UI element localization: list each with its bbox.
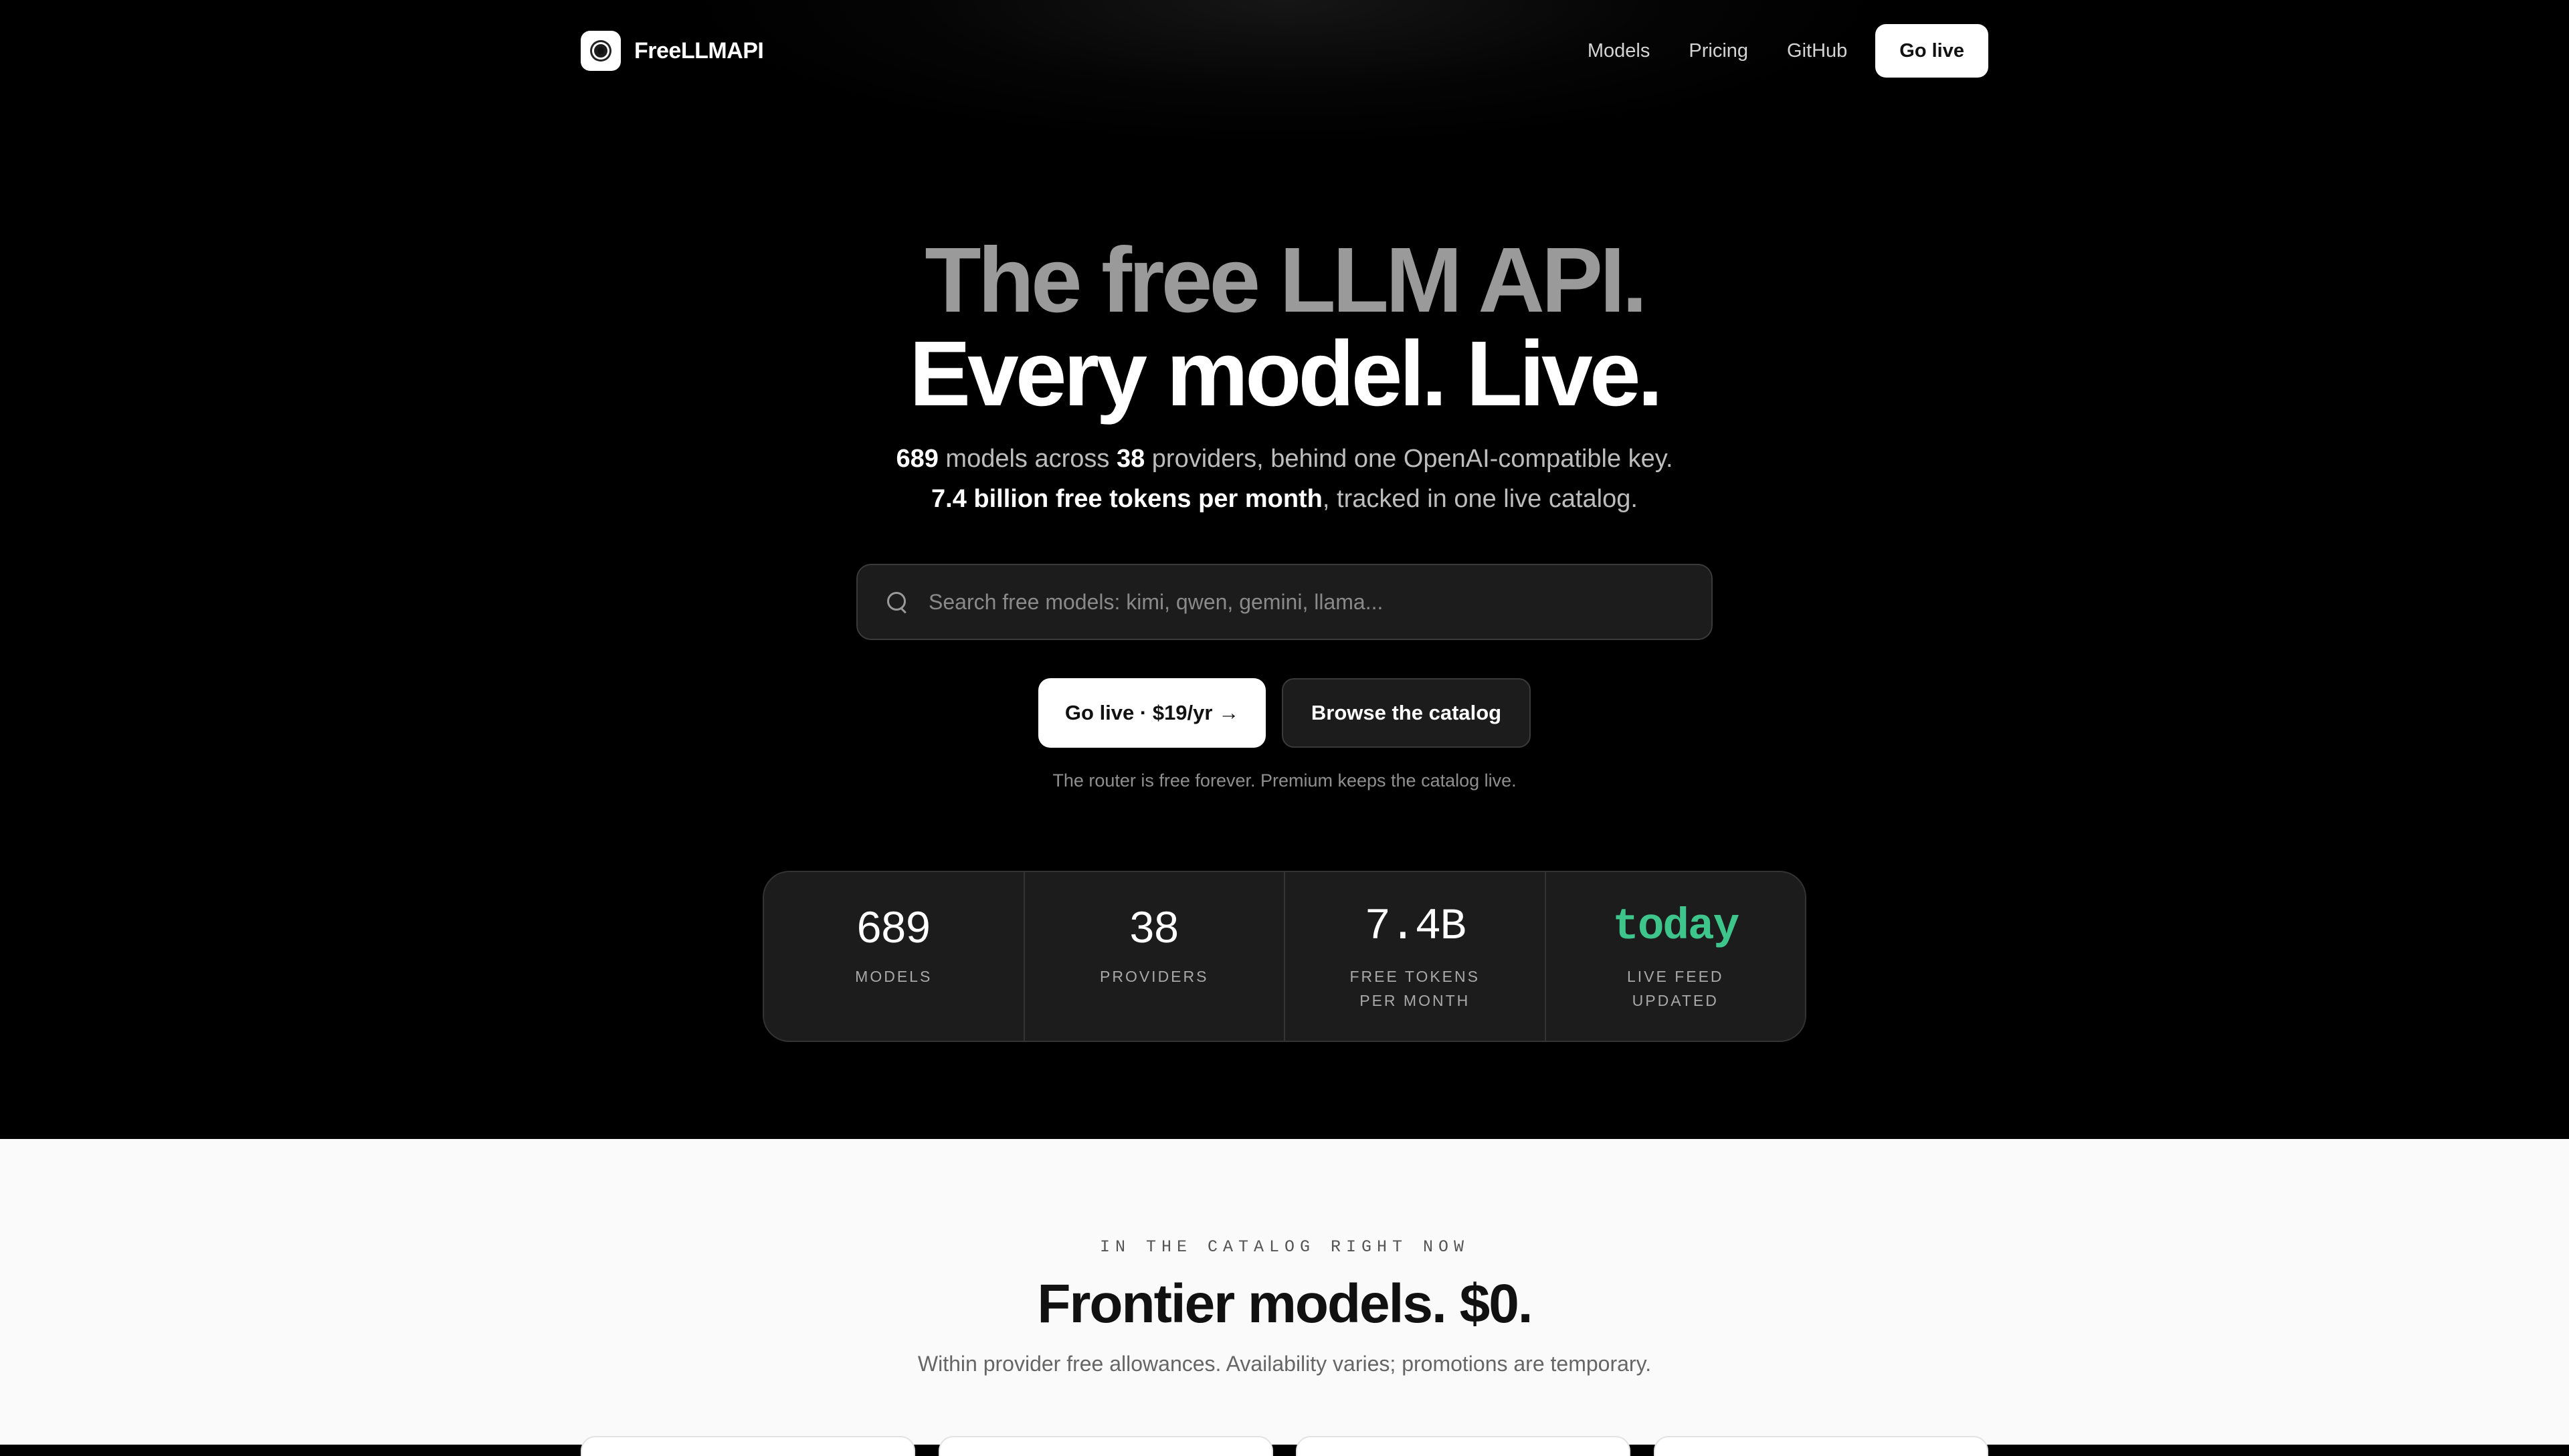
models-count: 689 bbox=[896, 445, 939, 473]
top-nav: FreeLLMAPI Models Pricing GitHub Go live bbox=[581, 24, 1988, 78]
sub2-text: , tracked in one live catalog. bbox=[1322, 485, 1638, 513]
sub1-text-a: models across bbox=[938, 445, 1117, 473]
hero-subtitle-line-1: 689 models across 38 providers, behind o… bbox=[0, 439, 2569, 479]
stat-value: 7.4B bbox=[1364, 902, 1466, 952]
headline-line-1: The free LLM API. bbox=[925, 229, 1647, 332]
search-bar[interactable] bbox=[856, 564, 1713, 640]
catalog-subtitle: Within provider free allowances. Availab… bbox=[917, 1352, 1652, 1376]
stat-tokens: 7.4B FREE TOKENS PER MONTH bbox=[1285, 872, 1546, 1041]
stat-label: MODELS bbox=[855, 968, 933, 985]
model-card[interactable] bbox=[581, 1436, 915, 1456]
nav-go-live-button[interactable]: Go live bbox=[1875, 24, 1988, 78]
brand[interactable]: FreeLLMAPI bbox=[581, 31, 764, 71]
stats-panel: 689 MODELS 38 PROVIDERS 7.4B FREE TOKENS… bbox=[763, 871, 1806, 1042]
stat-value: 38 bbox=[1129, 902, 1179, 952]
tokens-highlight: 7.4 billion free tokens per month bbox=[931, 485, 1323, 513]
stat-updated: today LIVE FEED UPDATED bbox=[1546, 872, 1806, 1041]
hero-section: FreeLLMAPI Models Pricing GitHub Go live… bbox=[0, 0, 2569, 1139]
nav-link-github[interactable]: GitHub bbox=[1787, 40, 1847, 62]
catalog-title: Frontier models. $0. bbox=[1037, 1273, 1533, 1334]
model-cards-row bbox=[581, 1436, 1988, 1456]
nav-link-models[interactable]: Models bbox=[1588, 40, 1650, 62]
model-card[interactable] bbox=[1653, 1436, 1988, 1456]
stat-models: 689 MODELS bbox=[764, 872, 1025, 1041]
stat-providers: 38 PROVIDERS bbox=[1025, 872, 1285, 1041]
stat-value: today bbox=[1612, 902, 1739, 952]
model-card[interactable] bbox=[938, 1436, 1273, 1456]
catalog-section: IN THE CATALOG RIGHT NOW Frontier models… bbox=[0, 1139, 2569, 1456]
go-live-pricing-button[interactable]: Go live · $19/yr → bbox=[1038, 678, 1266, 748]
logo-icon bbox=[581, 31, 621, 71]
headline-line-2: Every model. Live. bbox=[909, 322, 1663, 425]
stat-label: PROVIDERS bbox=[1100, 968, 1209, 985]
hero-note: The router is free forever. Premium keep… bbox=[1052, 770, 1517, 791]
nav-link-pricing[interactable]: Pricing bbox=[1689, 40, 1748, 62]
search-input[interactable] bbox=[927, 581, 1711, 623]
browse-catalog-button[interactable]: Browse the catalog bbox=[1282, 678, 1531, 748]
brand-name: FreeLLMAPI bbox=[634, 37, 764, 64]
search-icon bbox=[887, 592, 907, 614]
hero-subtitle-line-2: 7.4 billion free tokens per month, track… bbox=[0, 479, 2569, 519]
model-card[interactable] bbox=[1296, 1436, 1631, 1456]
stat-label: LIVE FEED UPDATED bbox=[1626, 968, 1724, 1009]
stat-value: 689 bbox=[856, 902, 931, 952]
catalog-eyebrow: IN THE CATALOG RIGHT NOW bbox=[1099, 1237, 1470, 1257]
providers-count: 38 bbox=[1116, 445, 1145, 473]
sub1-text-b: providers, behind one OpenAI-compatible … bbox=[1145, 445, 1673, 473]
nav-links: Models Pricing GitHub Go live bbox=[1588, 24, 1988, 78]
stat-label: FREE TOKENS PER MONTH bbox=[1349, 968, 1480, 1009]
